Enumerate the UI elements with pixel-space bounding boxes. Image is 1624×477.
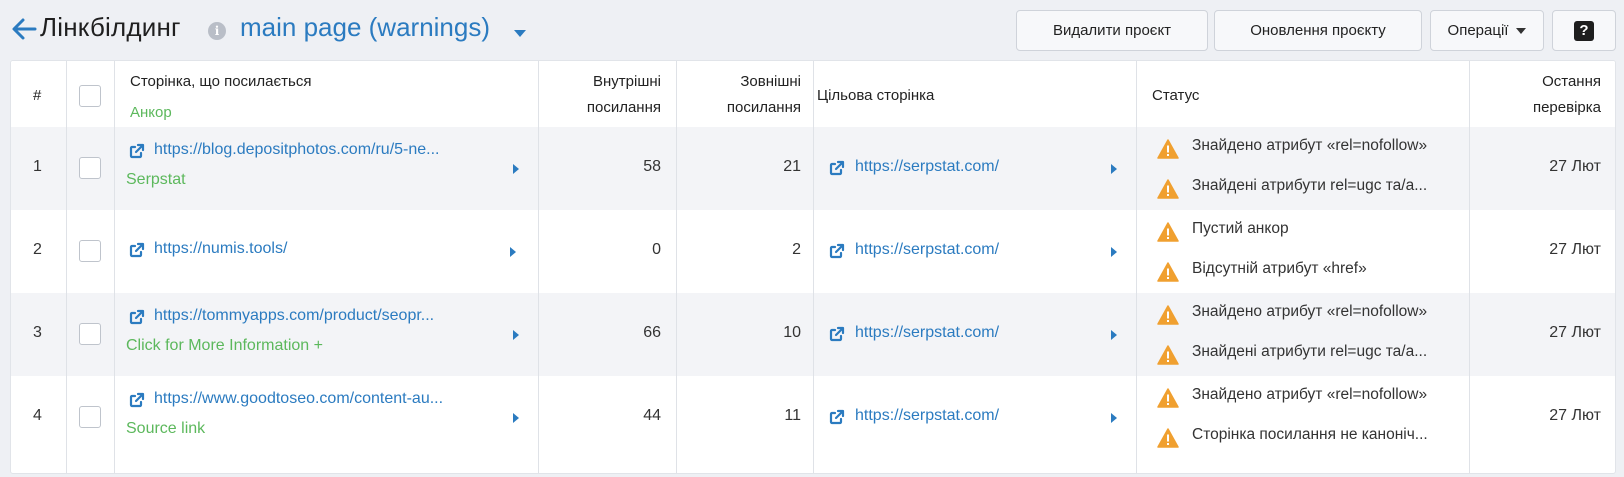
chevron-down-icon[interactable] [514, 30, 526, 37]
internal-links-count: 0 [652, 241, 661, 258]
row-number: 4 [33, 407, 42, 424]
last-check-date: 27 Лют [1549, 324, 1601, 341]
select-all-checkbox[interactable] [79, 85, 101, 107]
anchor-text: Serpstat [126, 171, 186, 188]
header-last-check[interactable]: Остання перевірка [1451, 69, 1601, 121]
status-message: Знайдено атрибут «rel=nofollow» [1192, 386, 1428, 403]
row-number: 2 [33, 241, 42, 258]
external-link-icon[interactable] [129, 392, 145, 408]
status-message: Знайдено атрибут «rel=nofollow» [1192, 303, 1428, 320]
operations-dropdown[interactable]: Операції [1430, 10, 1544, 51]
warning-icon [1157, 179, 1179, 199]
last-check-date: 27 Лют [1549, 407, 1601, 424]
external-link-icon[interactable] [129, 242, 145, 258]
operations-label: Операції [1447, 22, 1509, 39]
referring-page-link[interactable]: https://www.goodtoseo.com/content-au... [154, 390, 443, 408]
help-icon: ? [1574, 20, 1594, 41]
update-project-button[interactable]: Оновлення проєкту [1214, 10, 1422, 51]
anchor-text: Source link [126, 420, 206, 437]
info-icon[interactable]: i [208, 22, 226, 40]
expand-arrow-icon[interactable] [513, 164, 519, 174]
column-divider [66, 61, 67, 473]
warning-icon [1157, 305, 1179, 325]
help-button[interactable]: ? [1552, 10, 1616, 51]
internal-links-count: 66 [643, 324, 661, 341]
warning-icon [1157, 345, 1179, 365]
project-selector[interactable]: main page (warnings) [240, 12, 490, 43]
row-checkbox[interactable] [79, 157, 101, 179]
expand-arrow-icon[interactable] [513, 330, 519, 340]
caret-down-icon [1516, 27, 1527, 34]
warning-icon [1157, 139, 1179, 159]
back-arrow-icon[interactable] [10, 14, 38, 44]
external-link-icon[interactable] [829, 409, 845, 425]
header-num: # [33, 87, 42, 104]
header-last-check-line2: перевірка [1532, 99, 1601, 116]
target-page-link[interactable]: https://serpstat.com/ [855, 324, 999, 342]
internal-links-count: 58 [643, 158, 661, 175]
row-checkbox[interactable] [79, 406, 101, 428]
row-checkbox[interactable] [79, 240, 101, 262]
referring-page-link[interactable]: https://tommyapps.com/product/seopr... [154, 307, 434, 325]
warning-icon [1157, 222, 1179, 242]
warning-icon [1157, 388, 1179, 408]
target-page-link[interactable]: https://serpstat.com/ [855, 407, 999, 425]
external-links-count: 21 [783, 158, 801, 175]
header-internal-line2: посилання [586, 99, 661, 116]
status-message: Знайдено атрибут «rel=nofollow» [1192, 137, 1428, 154]
header-referring-page[interactable]: Сторінка, що посилається [130, 69, 312, 95]
target-page-link[interactable]: https://serpstat.com/ [855, 241, 999, 259]
column-divider [1469, 61, 1470, 473]
warning-icon [1157, 428, 1179, 448]
expand-arrow-icon[interactable] [510, 247, 516, 257]
header-internal-line1: Внутрішні [593, 73, 661, 90]
expand-arrow-icon[interactable] [1111, 164, 1117, 174]
warning-icon [1157, 262, 1179, 282]
header-internal-links[interactable]: Внутрішні посилання [531, 69, 661, 121]
header-external-line2: посилання [726, 99, 801, 116]
page-title: Лінкбілдинг [40, 12, 181, 42]
column-divider [114, 61, 115, 473]
top-bar: Лінкбілдинг i main page (warnings) Видал… [0, 0, 1624, 62]
header-last-check-line1: Остання [1542, 73, 1601, 90]
header-external-links[interactable]: Зовнішні посилання [671, 69, 801, 121]
row-number: 1 [33, 158, 42, 175]
referring-page-link[interactable]: https://blog.depositphotos.com/ru/5-ne..… [154, 141, 440, 159]
external-link-icon[interactable] [829, 160, 845, 176]
column-divider [676, 61, 677, 473]
status-message: Відсутній атрибут «href» [1192, 260, 1367, 277]
header-external-line1: Зовнішні [740, 73, 801, 90]
referring-page-link[interactable]: https://numis.tools/ [154, 240, 287, 258]
column-divider [538, 61, 539, 473]
last-check-date: 27 Лют [1549, 158, 1601, 175]
internal-links-count: 44 [643, 407, 661, 424]
target-page-link[interactable]: https://serpstat.com/ [855, 158, 999, 176]
last-check-date: 27 Лют [1549, 241, 1601, 258]
delete-project-button[interactable]: Видалити проєкт [1016, 10, 1208, 51]
expand-arrow-icon[interactable] [513, 413, 519, 423]
status-message: Сторінка посилання не каноніч... [1192, 426, 1428, 443]
status-message: Пустий анкор [1192, 220, 1289, 237]
external-links-count: 10 [783, 324, 801, 341]
expand-arrow-icon[interactable] [1111, 247, 1117, 257]
expand-arrow-icon[interactable] [1111, 413, 1117, 423]
column-divider [1136, 61, 1137, 473]
external-link-icon[interactable] [129, 143, 145, 159]
external-links-count: 2 [792, 241, 801, 258]
header-anchor[interactable]: Анкор [130, 100, 172, 126]
external-link-icon[interactable] [129, 309, 145, 325]
column-divider [813, 61, 814, 473]
external-links-count: 11 [784, 407, 801, 424]
anchor-text: Click for More Information + [126, 337, 323, 354]
external-link-icon[interactable] [829, 326, 845, 342]
row-checkbox[interactable] [79, 323, 101, 345]
external-link-icon[interactable] [829, 243, 845, 259]
status-message: Знайдені атрибути rel=ugc та/а... [1192, 343, 1428, 360]
header-status[interactable]: Статус [1152, 83, 1199, 109]
expand-arrow-icon[interactable] [1111, 330, 1117, 340]
header-target-page[interactable]: Цільова сторінка [817, 83, 934, 109]
row-number: 3 [33, 324, 42, 341]
links-table: # Сторінка, що посилається Анкор Внутріш… [10, 60, 1616, 474]
status-message: Знайдені атрибути rel=ugc та/а... [1192, 177, 1428, 194]
